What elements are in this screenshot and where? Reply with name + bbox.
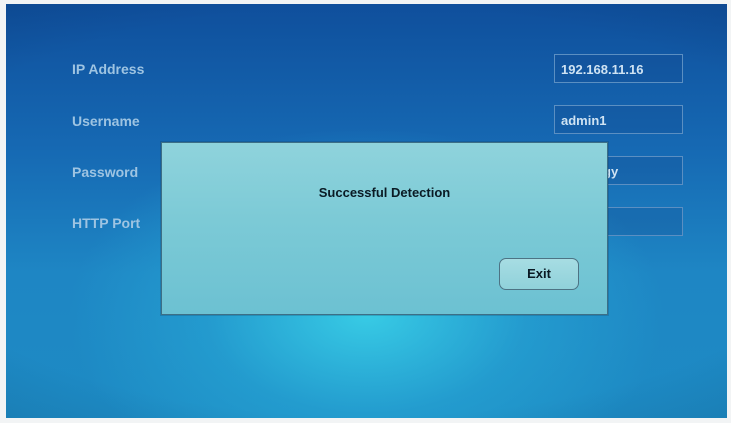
screen: IP Address 192.168.11.16 Username admin1… (6, 4, 727, 418)
username-label: Username (72, 113, 140, 129)
ip-address-field[interactable]: 192.168.11.16 (554, 54, 683, 83)
monitor-frame: IP Address 192.168.11.16 Username admin1… (0, 0, 731, 423)
ip-address-label: IP Address (72, 61, 145, 77)
http-port-label: HTTP Port (72, 215, 141, 231)
detection-dialog: Successful Detection Exit (161, 142, 608, 315)
password-label: Password (72, 164, 139, 180)
username-field[interactable]: admin1 (554, 105, 683, 134)
dialog-message: Successful Detection (318, 185, 451, 200)
exit-button[interactable]: Exit (499, 258, 579, 290)
